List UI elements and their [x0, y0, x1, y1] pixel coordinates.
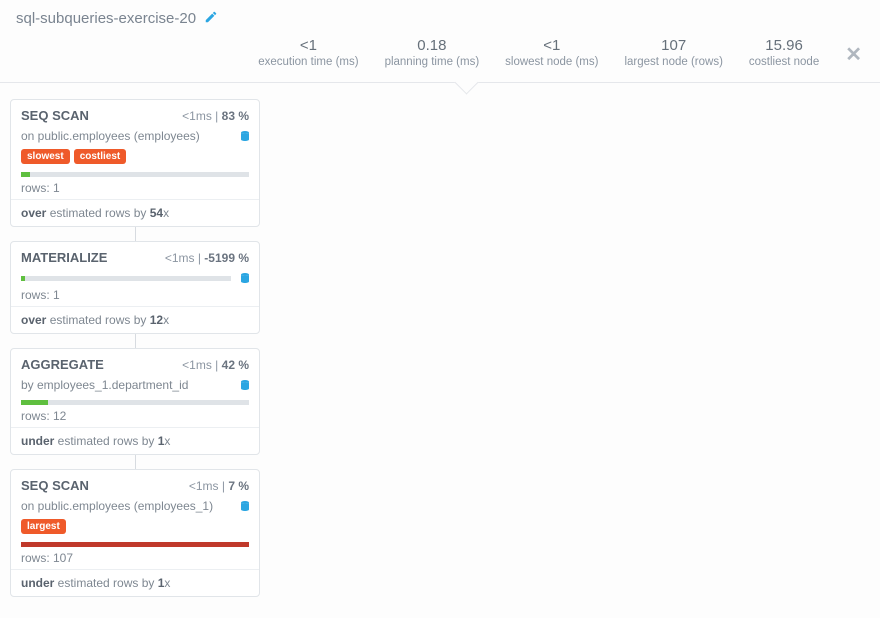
node-operation: MATERIALIZE — [21, 250, 107, 265]
db-icon — [239, 129, 251, 146]
close-icon[interactable]: ✕ — [845, 37, 862, 65]
stat-label: costliest node — [749, 56, 819, 68]
node-timing: <1ms | 83 % — [182, 109, 249, 123]
db-icon — [239, 271, 251, 288]
plan-node[interactable]: AGGREGATE <1ms | 42 % by employees_1.depar… — [10, 348, 260, 455]
tag-largest: largest — [21, 519, 66, 534]
node-target: by employees_1.department_id — [11, 378, 259, 398]
node-target: on public.employees (employees_1) — [11, 499, 259, 519]
node-estimate: over estimated rows by 54x — [11, 199, 259, 226]
node-bar — [21, 172, 249, 177]
node-timing: <1ms | -5199 % — [165, 251, 249, 265]
node-connector — [135, 227, 136, 241]
node-rows: rows: 107 — [11, 551, 259, 569]
node-tags: slowest costliest — [11, 149, 259, 170]
stat-value: <1 — [258, 37, 358, 54]
node-rows: rows: 1 — [11, 181, 259, 199]
stat-label: execution time (ms) — [258, 56, 358, 68]
node-tags: largest — [11, 519, 259, 540]
node-bar — [21, 400, 249, 405]
page-header: sql-subqueries-exercise-20 — [0, 0, 880, 27]
node-operation: SEQ SCAN — [21, 108, 89, 123]
node-estimate: under estimated rows by 1x — [11, 569, 259, 596]
node-timing: <1ms | 42 % — [182, 358, 249, 372]
stat-3[interactable]: 107 largest node (rows) — [624, 37, 722, 68]
node-bar — [21, 542, 249, 547]
node-operation: AGGREGATE — [21, 357, 104, 372]
stats-bar: <1 execution time (ms) 0.18 planning time (… — [0, 27, 880, 83]
plan-node[interactable]: MATERIALIZE <1ms | -5199 % rows: 1over est… — [10, 241, 260, 334]
db-icon — [239, 378, 251, 395]
plan-tree: SEQ SCAN <1ms | 83 % on public.employees (… — [0, 83, 270, 617]
plan-node[interactable]: SEQ SCAN <1ms | 83 % on public.employees (… — [10, 99, 260, 227]
edit-icon[interactable] — [204, 10, 218, 27]
stat-value: 107 — [624, 37, 722, 54]
stat-label: slowest node (ms) — [505, 56, 598, 68]
stat-4[interactable]: 15.96 costliest node — [749, 37, 819, 68]
stat-value: <1 — [505, 37, 598, 54]
page-title: sql-subqueries-exercise-20 — [16, 10, 196, 27]
tag-slowest: slowest — [21, 149, 70, 164]
node-target: on public.employees (employees) — [11, 129, 259, 149]
node-estimate: over estimated rows by 12x — [11, 306, 259, 333]
node-operation: SEQ SCAN — [21, 478, 89, 493]
stat-value: 15.96 — [749, 37, 819, 54]
node-rows: rows: 1 — [11, 288, 259, 306]
node-estimate: under estimated rows by 1x — [11, 427, 259, 454]
node-timing: <1ms | 7 % — [189, 479, 249, 493]
db-icon — [239, 499, 251, 516]
stat-label: planning time (ms) — [385, 56, 480, 68]
plan-node[interactable]: SEQ SCAN <1ms | 7 % on public.employees (e… — [10, 469, 260, 597]
node-connector — [135, 455, 136, 469]
node-rows: rows: 12 — [11, 409, 259, 427]
node-connector — [135, 334, 136, 348]
stat-2[interactable]: <1 slowest node (ms) — [505, 37, 598, 68]
stat-1[interactable]: 0.18 planning time (ms) — [385, 37, 480, 68]
stat-label: largest node (rows) — [624, 56, 722, 68]
tag-costliest: costliest — [74, 149, 127, 164]
stat-value: 0.18 — [385, 37, 480, 54]
node-bar — [21, 276, 231, 281]
stat-0[interactable]: <1 execution time (ms) — [258, 37, 358, 68]
